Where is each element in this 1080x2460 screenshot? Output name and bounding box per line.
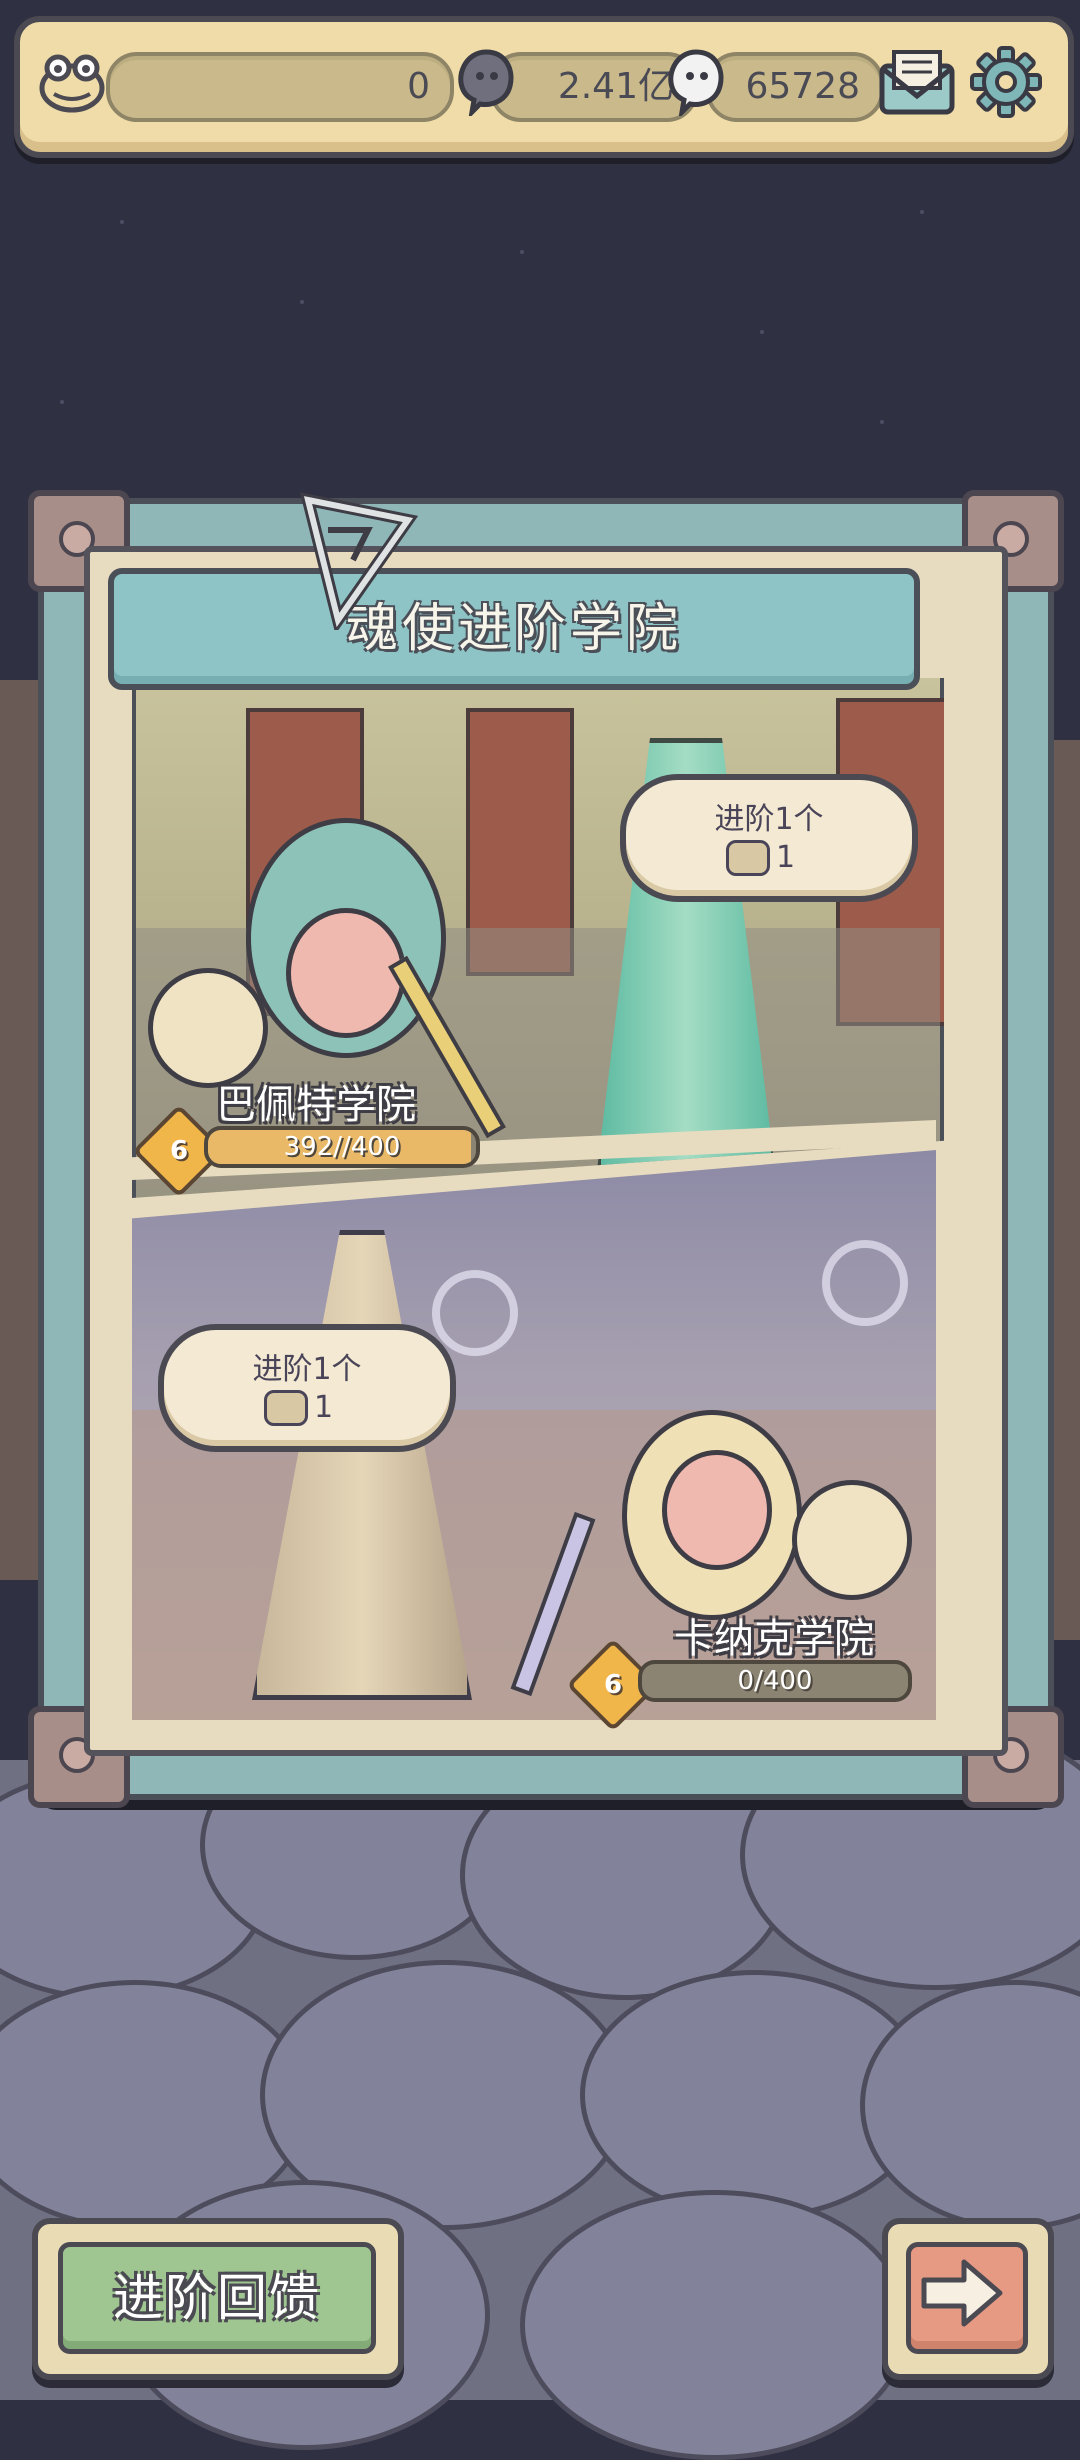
advance-feedback-label: 进阶回馈 — [113, 2269, 321, 2327]
title-banner: 魂使进阶学院 — [108, 568, 920, 690]
next-button-face[interactable] — [906, 2242, 1028, 2354]
currency-pill-3: 65728 — [706, 52, 884, 122]
academy-1-progress-bar: 392//400 — [204, 1126, 480, 1168]
academy-1-name: 巴佩特学院 — [216, 1082, 416, 1128]
frog-token-icon — [264, 1390, 308, 1426]
advance-bubble-2-value: 1 — [314, 1390, 334, 1425]
currency-pill-1: 0 — [106, 52, 454, 122]
resource-bar: 0 2.41亿 65728 — [14, 16, 1074, 158]
soul-orb-icon — [450, 44, 522, 120]
currency1-value: 0 — [407, 66, 430, 107]
academy-2-name: 卡纳克学院 — [674, 1616, 874, 1662]
white-soul-icon — [660, 44, 732, 120]
emblem-icon — [298, 490, 419, 635]
gear-icon[interactable] — [968, 44, 1044, 120]
currency2-value: 2.41亿 — [557, 66, 674, 107]
arrow-right-icon — [921, 2259, 1003, 2327]
advance-bubble-2-title: 进阶1个 — [252, 1352, 362, 1387]
advance-feedback-button[interactable]: 进阶回馈 — [32, 2218, 404, 2380]
frog-avatar-icon[interactable] — [34, 44, 110, 120]
page-title: 魂使进阶学院 — [345, 599, 682, 659]
advance-bubble-1[interactable]: 进阶1个 1 — [620, 774, 918, 902]
advance-bubble-1-value: 1 — [776, 840, 796, 875]
academy-2-progress-bar: 0/400 — [638, 1660, 912, 1702]
frog-token-icon — [726, 840, 770, 876]
next-button[interactable] — [882, 2218, 1054, 2380]
mail-icon[interactable] — [878, 46, 956, 118]
advance-feedback-button-face[interactable]: 进阶回馈 — [58, 2242, 376, 2354]
advance-bubble-2[interactable]: 进阶1个 1 — [158, 1324, 456, 1452]
advance-bubble-1-title: 进阶1个 — [714, 802, 824, 837]
academy-2-progress-text: 0/400 — [737, 1666, 813, 1696]
currency3-value: 65728 — [745, 66, 860, 107]
academy-1-progress-text: 392//400 — [283, 1132, 401, 1162]
